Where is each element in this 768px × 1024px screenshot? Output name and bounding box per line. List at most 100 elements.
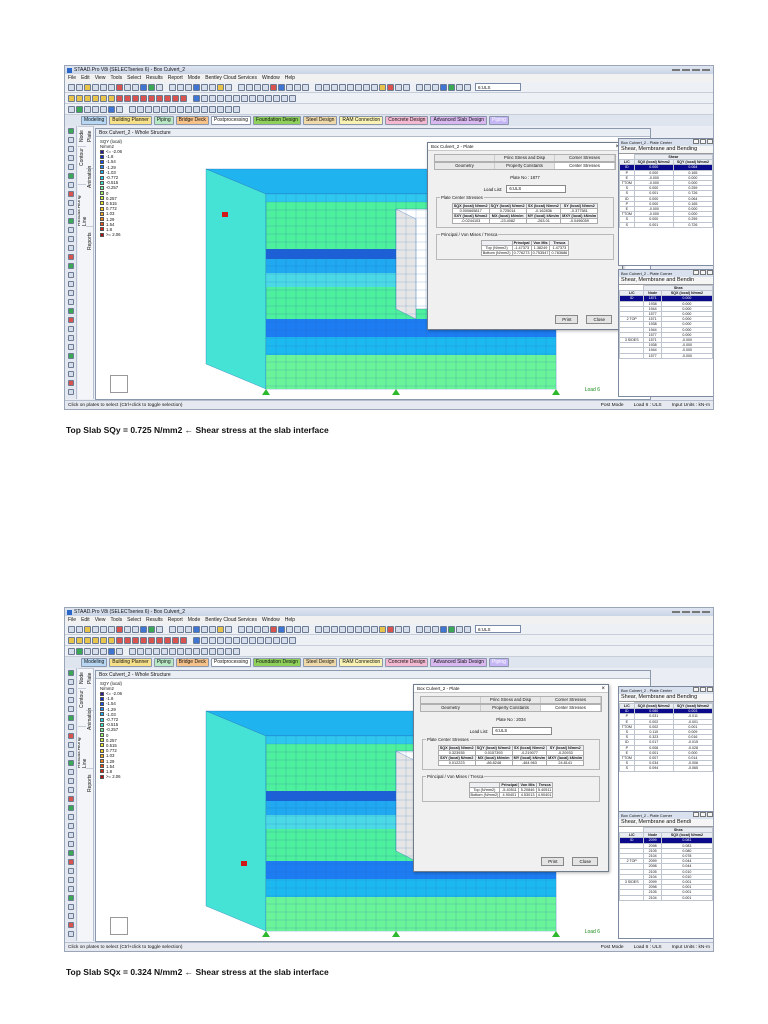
tool-icon[interactable] [67,886,74,892]
toolbar-button-icon[interactable] [464,83,471,91]
mode-tab[interactable]: Steel Design [303,658,338,667]
menu-item[interactable]: Tools [110,617,122,623]
column-header[interactable]: SQY (local) N/mm2 [672,159,713,166]
toolbar-button-icon[interactable] [265,94,272,102]
menu-item[interactable]: Results [146,75,163,81]
toolbar-button-icon[interactable] [92,625,99,633]
tool-icon[interactable] [67,146,74,152]
toolbar-button-icon[interactable] [92,83,99,91]
toolbar-button-icon[interactable] [387,83,394,91]
toolbar-button-icon[interactable] [148,636,155,644]
toolbar-button-icon[interactable] [172,94,179,102]
tool-icon[interactable] [67,733,74,739]
dialog-close-icon[interactable]: × [601,685,605,693]
toolbar-button-icon[interactable] [177,647,184,655]
tool-icon[interactable] [67,724,74,730]
toolbar-button-icon[interactable] [124,83,131,91]
panel-restore-icon[interactable] [700,812,706,817]
panel-minimize-icon[interactable] [693,139,699,144]
toolbar-button-icon[interactable] [108,94,115,102]
tool-icon[interactable] [67,814,74,820]
tool-icon[interactable] [67,760,74,766]
tool-icon[interactable] [67,299,74,305]
toolbar-button-icon[interactable] [395,625,402,633]
close-button[interactable]: Close [572,857,598,866]
tool-icon[interactable] [67,218,74,224]
tool-icon[interactable] [67,263,74,269]
toolbar-button-icon[interactable] [68,94,75,102]
toolbar-button-icon[interactable] [201,647,208,655]
toolbar-button-icon[interactable] [156,625,163,633]
toolbar-button-icon[interactable] [225,625,232,633]
tool-icon[interactable] [67,200,74,206]
menu-item[interactable]: Select [127,75,141,81]
mode-tab[interactable]: Piping [489,116,509,125]
toolbar-button-icon[interactable] [209,647,216,655]
mode-tab[interactable]: Piping [489,658,509,667]
tool-icon[interactable] [67,227,74,233]
tool-icon[interactable] [67,326,74,332]
toolbar-button-icon[interactable] [177,105,184,113]
panel-tab[interactable]: Shear, Membrane and Bending [619,694,713,702]
mode-tab[interactable]: Postprocessing [210,116,252,125]
toolbar-button-icon[interactable] [185,647,192,655]
toolbar-button-icon[interactable] [140,625,147,633]
toolbar-button-icon[interactable] [371,83,378,91]
toolbar-button-icon[interactable] [116,625,123,633]
toolbar-button-icon[interactable] [209,625,216,633]
toolbar-button-icon[interactable] [225,636,232,644]
tool-icon[interactable] [67,362,74,368]
toolbar-button-icon[interactable] [76,647,83,655]
table-row[interactable]: S 0.094 -0.065 [619,765,713,772]
tool-icon[interactable] [67,697,74,703]
toolbar-button-icon[interactable] [108,636,115,644]
tool-icon[interactable] [67,796,74,802]
toolbar-button-icon[interactable] [464,625,471,633]
toolbar-button-icon[interactable] [68,636,75,644]
tool-icon[interactable] [67,787,74,793]
toolbar-button-icon[interactable] [432,83,439,91]
tool-icon[interactable] [67,272,74,278]
dialog-tab[interactable]: Property Constants [495,163,555,169]
tool-icon[interactable] [67,191,74,197]
toolbar-button-icon[interactable] [403,83,410,91]
toolbar-button-icon[interactable] [448,625,455,633]
tool-icon[interactable] [67,850,74,856]
toolbar-button-icon[interactable] [371,625,378,633]
toolbar-button-icon[interactable] [76,83,83,91]
toolbar-button-icon[interactable] [140,94,147,102]
toolbar-button-icon[interactable] [161,105,168,113]
toolbar-button-icon[interactable] [193,94,200,102]
tab-animation[interactable]: Animation [86,707,93,730]
toolbar-button-icon[interactable] [432,625,439,633]
mode-tab[interactable]: Advanced Slab Design [430,116,488,125]
tab-node[interactable]: Node [78,668,86,688]
close-icon[interactable] [702,69,710,71]
toolbar-button-icon[interactable] [225,105,232,113]
toolbar-button-icon[interactable] [363,625,370,633]
toolbar-button-icon[interactable] [108,105,115,113]
toolbar-button-icon[interactable] [92,647,99,655]
toolbar-button-icon[interactable] [116,636,123,644]
toolbar-button-icon[interactable] [76,94,83,102]
toolbar-button-icon[interactable] [169,625,176,633]
tool-icon[interactable] [67,344,74,350]
toolbar-button-icon[interactable] [201,636,208,644]
toolbar-button-icon[interactable] [100,94,107,102]
toolbar-button-icon[interactable] [84,647,91,655]
toolbar-button-icon[interactable] [416,625,423,633]
toolbar-button-icon[interactable] [153,647,160,655]
toolbar-button-icon[interactable] [84,636,91,644]
toolbar-button-icon[interactable] [100,105,107,113]
toolbar-button-icon[interactable] [132,636,139,644]
tab-animation[interactable]: Animation [86,165,93,188]
menu-item[interactable]: Help [285,617,295,623]
menu-item[interactable]: Help [285,75,295,81]
close-icon[interactable] [702,611,710,613]
toolbar-button-icon[interactable] [249,94,256,102]
toolbar-button-icon[interactable] [347,83,354,91]
toolbar-button-icon[interactable] [84,105,91,113]
menu-item[interactable]: Edit [81,75,90,81]
tool-icon[interactable] [67,353,74,359]
panel-minimize-icon[interactable] [693,687,699,692]
